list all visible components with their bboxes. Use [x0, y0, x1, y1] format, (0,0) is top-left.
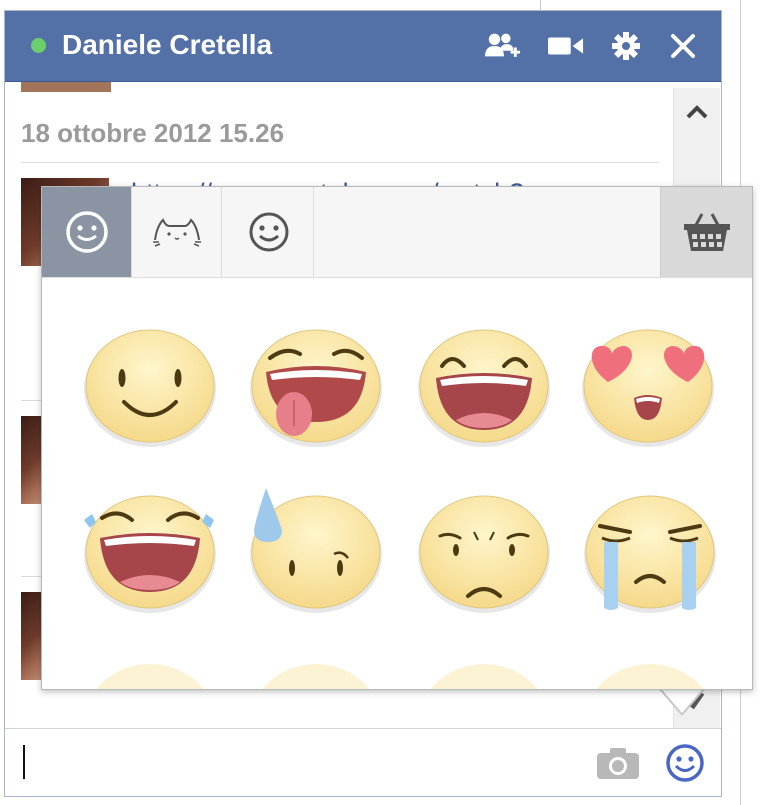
message-input[interactable] — [23, 745, 25, 779]
tab-smiley-stickers[interactable] — [42, 187, 132, 277]
scroll-up-icon[interactable] — [674, 88, 720, 136]
sticker-partial[interactable] — [578, 656, 722, 690]
tab-emoticons[interactable] — [224, 187, 314, 277]
tab-cat-stickers[interactable] — [132, 187, 222, 277]
background-edge — [540, 0, 541, 10]
grinning-face-sticker[interactable] — [412, 322, 556, 452]
tongue-out-face-sticker[interactable] — [244, 322, 388, 452]
add-friend-icon[interactable] — [485, 29, 521, 63]
sticker-partial[interactable] — [244, 656, 388, 690]
online-status-dot — [31, 38, 46, 53]
chat-header[interactable]: Daniele Cretella — [5, 11, 721, 82]
emoticon-pack-icon — [249, 212, 288, 252]
sticker-store-button[interactable] — [660, 187, 752, 277]
message-input-row — [5, 728, 721, 796]
sticker-store-basket-icon — [683, 213, 730, 251]
sticker-partial[interactable] — [412, 656, 556, 690]
video-call-icon[interactable] — [548, 29, 584, 63]
smiley-sticker-pack-icon — [65, 211, 108, 253]
sticker-partial[interactable] — [78, 656, 222, 690]
crying-face-sticker[interactable] — [578, 488, 722, 618]
close-icon[interactable] — [665, 29, 701, 63]
smiling-face-sticker[interactable] — [78, 322, 222, 452]
sticker-picker — [41, 186, 753, 690]
sticker-tabs — [42, 187, 752, 278]
sweat-drop-face-sticker[interactable] — [244, 488, 388, 618]
emoticon-icon[interactable] — [665, 743, 705, 788]
contact-name[interactable]: Daniele Cretella — [62, 28, 272, 62]
heart-eyes-face-sticker[interactable] — [576, 322, 720, 452]
sticker-grid — [42, 278, 752, 689]
tears-of-joy-face-sticker[interactable] — [78, 488, 222, 618]
gear-icon[interactable] — [608, 29, 644, 63]
avatar — [21, 82, 111, 92]
cat-sticker-pack-icon — [152, 218, 201, 247]
timestamp-divider — [21, 162, 659, 163]
worried-face-sticker[interactable] — [412, 488, 556, 618]
camera-icon[interactable] — [597, 747, 639, 784]
message-timestamp: 18 ottobre 2012 15.26 — [21, 118, 285, 148]
